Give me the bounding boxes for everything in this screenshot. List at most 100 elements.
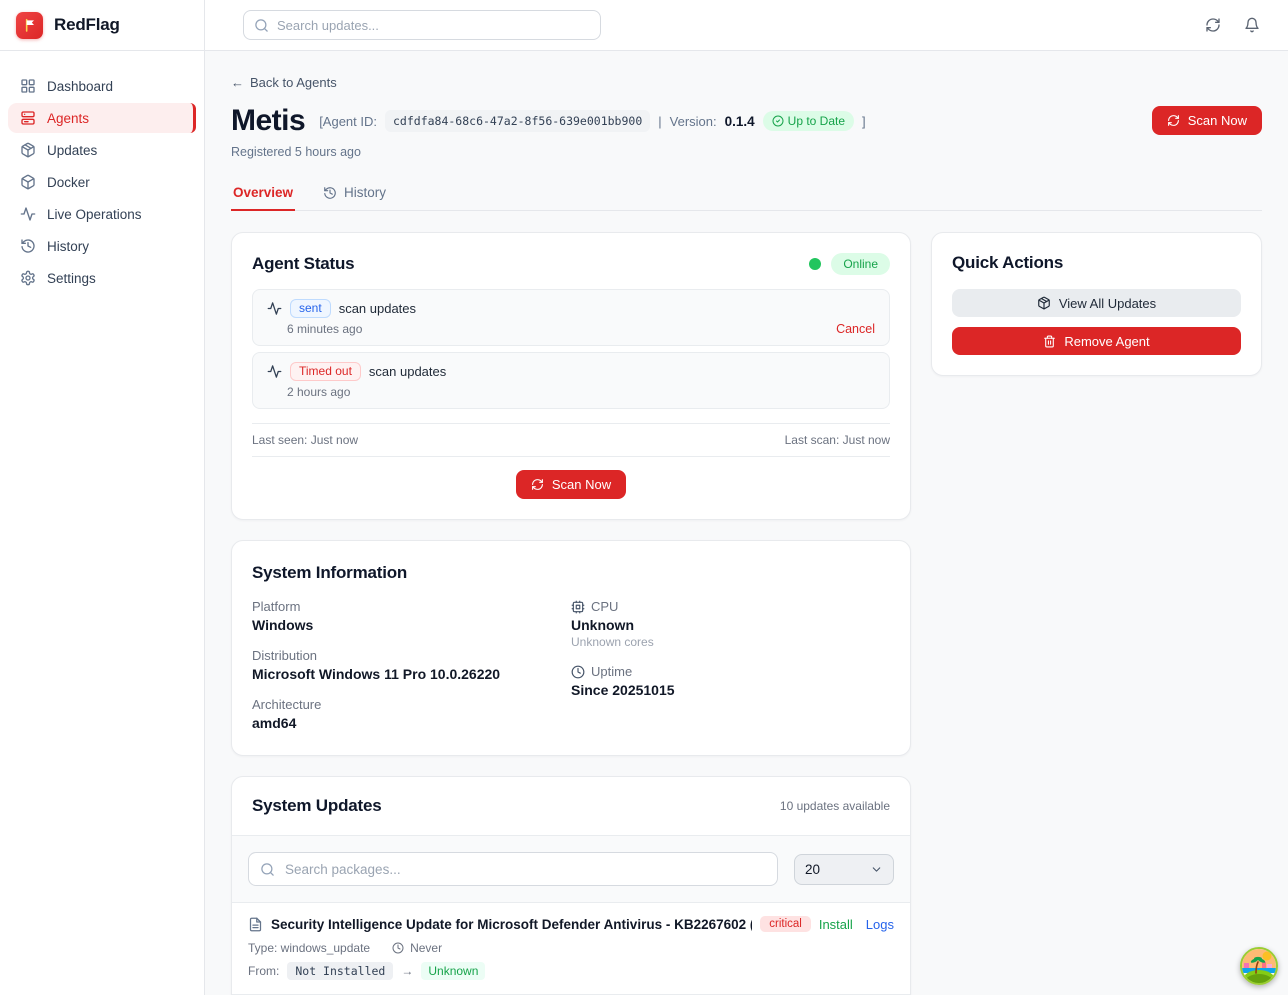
up-to-date-badge: Up to Date (763, 111, 854, 131)
event-time: 2 hours ago (287, 385, 350, 399)
to-version: Unknown (421, 962, 485, 980)
system-info-card: System Information Platform Windows Dist… (231, 540, 911, 756)
activity-icon (267, 301, 282, 316)
clock-icon (392, 942, 404, 954)
logs-link[interactable]: Logs (866, 917, 894, 932)
activity-icon (20, 206, 36, 222)
update-last-checked: Never (410, 941, 442, 955)
event-status-badge: sent (290, 299, 331, 318)
architecture-label: Architecture (252, 697, 571, 712)
platform-block: Platform Windows (252, 599, 571, 633)
title-row: Metis [Agent ID: cdfdfa84-68c6-47a2-8f56… (231, 106, 1262, 136)
event-action: scan updates (369, 364, 446, 379)
clock-icon (571, 665, 585, 679)
cancel-link[interactable]: Cancel (836, 322, 875, 336)
scan-now-button-header[interactable]: Scan Now (1152, 106, 1262, 135)
document-icon (248, 917, 263, 932)
distribution-value: Microsoft Windows 11 Pro 10.0.26220 (252, 666, 571, 682)
uptime-value: Since 20251015 (571, 682, 890, 698)
updates-toolbar: 20 (232, 835, 910, 903)
agent-meta: [Agent ID: cdfdfa84-68c6-47a2-8f56-639e0… (319, 110, 865, 132)
from-version: Not Installed (287, 962, 393, 980)
view-all-updates-button[interactable]: View All Updates (952, 289, 1241, 317)
sidebar-item-label: History (47, 239, 89, 254)
event-status-badge: Timed out (290, 362, 361, 381)
quick-actions-title: Quick Actions (952, 253, 1241, 273)
remove-agent-button[interactable]: Remove Agent (952, 327, 1241, 355)
distribution-block: Distribution Microsoft Windows 11 Pro 10… (252, 648, 571, 682)
install-link[interactable]: Install (819, 917, 853, 932)
package-icon (20, 142, 36, 158)
sidebar-item-dashboard[interactable]: Dashboard (8, 71, 196, 101)
sidebar: RedFlag Dashboard Agents Updates Docker … (0, 0, 205, 995)
severity-badge: critical (760, 916, 811, 932)
tropical-island-icon (1242, 949, 1276, 983)
event-row: sent scan updates 6 minutes ago Cancel (252, 289, 890, 346)
history-icon (20, 238, 36, 254)
bell-icon[interactable] (1244, 17, 1260, 33)
from-label: From: (248, 964, 279, 978)
server-icon (20, 110, 36, 126)
sidebar-item-docker[interactable]: Docker (8, 167, 196, 197)
sidebar-item-label: Agents (47, 111, 89, 126)
sidebar-item-label: Updates (47, 143, 97, 158)
agent-status-title: Agent Status (252, 254, 354, 274)
tab-overview[interactable]: Overview (231, 185, 295, 211)
search-icon (260, 862, 275, 877)
sidebar-item-updates[interactable]: Updates (8, 135, 196, 165)
sidebar-nav: Dashboard Agents Updates Docker Live Ope… (0, 51, 204, 293)
sidebar-item-label: Live Operations (47, 207, 142, 222)
grid-icon (20, 78, 36, 94)
last-scan-text: Last scan: Just now (785, 433, 890, 447)
app-name: RedFlag (54, 15, 120, 35)
update-type: Type: windows_update (248, 941, 370, 955)
history-icon (323, 186, 337, 200)
refresh-icon (1167, 114, 1180, 127)
system-info-title: System Information (252, 563, 890, 583)
gear-icon (20, 270, 36, 286)
topbar-actions (1205, 17, 1260, 33)
online-dot (809, 258, 821, 270)
global-search (243, 10, 601, 40)
sidebar-item-label: Docker (47, 175, 90, 190)
cpu-block: CPU Unknown Unknown cores (571, 599, 890, 649)
page-title: Metis (231, 106, 305, 136)
sidebar-item-agents[interactable]: Agents (8, 103, 196, 133)
back-to-agents-link[interactable]: ← Back to Agents (231, 75, 337, 90)
package-search-input[interactable] (248, 852, 778, 886)
agent-id-label: [Agent ID: (319, 114, 377, 129)
box-icon (20, 174, 36, 190)
version-label: Version: (670, 114, 717, 129)
update-title: Security Intelligence Update for Microso… (271, 917, 752, 932)
island-badge[interactable] (1240, 947, 1278, 985)
sidebar-item-label: Settings (47, 271, 96, 286)
scan-now-button-card[interactable]: Scan Now (516, 470, 626, 499)
arrow-right-icon: → (401, 964, 413, 978)
main-content: ← Back to Agents Metis [Agent ID: cdfdfa… (205, 51, 1288, 995)
sidebar-item-label: Dashboard (47, 79, 113, 94)
sidebar-item-history[interactable]: History (8, 231, 196, 261)
search-input[interactable] (243, 10, 601, 40)
updates-count: 10 updates available (780, 799, 890, 813)
platform-label: Platform (252, 599, 571, 614)
cpu-icon (571, 600, 585, 614)
system-updates-title: System Updates (252, 796, 381, 816)
sidebar-item-settings[interactable]: Settings (8, 263, 196, 293)
cpu-label: CPU (591, 599, 618, 614)
page-size-select[interactable]: 20 (794, 854, 894, 885)
redflag-logo-icon (16, 12, 43, 39)
chevron-down-icon (870, 863, 883, 876)
refresh-icon[interactable] (1205, 17, 1221, 33)
platform-value: Windows (252, 617, 571, 633)
event-time: 6 minutes ago (287, 322, 362, 336)
sidebar-item-live-operations[interactable]: Live Operations (8, 199, 196, 229)
event-list: sent scan updates 6 minutes ago Cancel T… (252, 289, 890, 409)
quick-actions-card: Quick Actions View All Updates Remove Ag… (931, 232, 1262, 376)
agent-id-value: cdfdfa84-68c6-47a2-8f56-639e001bb900 (385, 110, 650, 132)
uptime-label: Uptime (591, 664, 632, 679)
trash-icon (1043, 335, 1056, 348)
logo-row: RedFlag (0, 0, 204, 51)
online-badge: Online (831, 253, 890, 275)
tab-history[interactable]: History (321, 185, 388, 211)
package-icon (1037, 296, 1051, 310)
